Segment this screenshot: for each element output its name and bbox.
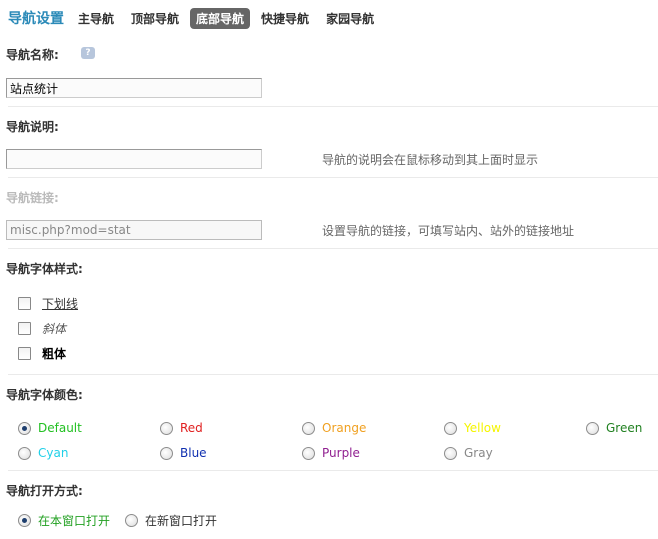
color-option-green[interactable]: Green: [586, 420, 642, 436]
color-option-gray[interactable]: Gray: [444, 445, 493, 461]
color-option-red[interactable]: Red: [160, 420, 203, 436]
italic-checkbox-row[interactable]: 斜体: [18, 320, 66, 336]
divider: [8, 177, 658, 178]
page-title: 导航设置: [8, 11, 64, 27]
color-option-cyan[interactable]: Cyan: [18, 445, 68, 461]
color-label-default[interactable]: Default: [38, 421, 82, 435]
color-option-yellow[interactable]: Yellow: [444, 420, 501, 436]
nav-description-label: 导航说明:: [6, 120, 59, 134]
color-option-purple[interactable]: Purple: [302, 445, 360, 461]
open-new-window-label[interactable]: 在新窗口打开: [145, 512, 217, 529]
tab-bottom-nav[interactable]: 底部导航: [190, 7, 251, 29]
tab-quick-nav[interactable]: 快捷导航: [255, 8, 315, 29]
color-label-red[interactable]: Red: [180, 421, 203, 435]
color-option-blue[interactable]: Blue: [160, 445, 207, 461]
divider: [8, 470, 658, 471]
color-radio-default[interactable]: [18, 421, 31, 435]
color-label-yellow[interactable]: Yellow: [464, 421, 501, 435]
color-label-blue[interactable]: Blue: [180, 446, 207, 460]
nav-description-hint: 导航的说明会在鼠标移动到其上面时显示: [322, 153, 539, 167]
font-color-label: 导航字体颜色:: [6, 388, 83, 402]
open-same-window-option[interactable]: 在本窗口打开: [18, 512, 110, 528]
open-new-window-radio[interactable]: [125, 513, 138, 527]
color-label-purple[interactable]: Purple: [322, 446, 360, 460]
tab-top-nav[interactable]: 顶部导航: [125, 8, 185, 29]
bold-checkbox[interactable]: [18, 346, 31, 360]
color-label-gray[interactable]: Gray: [464, 446, 493, 460]
italic-checkbox[interactable]: [18, 321, 31, 335]
underline-checkbox[interactable]: [18, 296, 31, 310]
tab-home-nav[interactable]: 家园导航: [320, 8, 380, 29]
nav-link-input: [6, 220, 262, 240]
nav-description-input[interactable]: [6, 149, 262, 169]
color-option-default[interactable]: Default: [18, 420, 82, 436]
color-radio-orange[interactable]: [302, 421, 315, 435]
color-radio-yellow[interactable]: [444, 421, 457, 435]
font-style-label: 导航字体样式:: [6, 262, 83, 276]
divider: [8, 248, 658, 249]
divider: [8, 106, 658, 107]
color-radio-cyan[interactable]: [18, 446, 31, 460]
bold-checkbox-row[interactable]: 粗体: [18, 345, 66, 361]
underline-label[interactable]: 下划线: [42, 295, 78, 312]
underline-checkbox-row[interactable]: 下划线: [18, 295, 78, 311]
color-radio-purple[interactable]: [302, 446, 315, 460]
color-label-cyan[interactable]: Cyan: [38, 446, 68, 460]
open-same-window-label[interactable]: 在本窗口打开: [38, 512, 110, 529]
color-label-green[interactable]: Green: [606, 421, 642, 435]
italic-label[interactable]: 斜体: [42, 320, 66, 337]
nav-link-hint: 设置导航的链接，可填写站内、站外的链接地址: [322, 224, 575, 238]
color-label-orange[interactable]: Orange: [322, 421, 366, 435]
nav-name-input[interactable]: [6, 78, 262, 98]
bold-label[interactable]: 粗体: [42, 345, 66, 362]
color-radio-blue[interactable]: [160, 446, 173, 460]
divider: [8, 374, 658, 375]
help-icon[interactable]: ?: [81, 47, 95, 59]
color-radio-red[interactable]: [160, 421, 173, 435]
color-option-orange[interactable]: Orange: [302, 420, 366, 436]
nav-name-label: 导航名称:: [6, 48, 59, 62]
nav-link-label: 导航链接:: [6, 191, 59, 205]
color-radio-gray[interactable]: [444, 446, 457, 460]
color-radio-green[interactable]: [586, 421, 599, 435]
top-nav: 导航设置 主导航 顶部导航 底部导航 快捷导航 家园导航: [8, 7, 385, 29]
open-mode-label: 导航打开方式:: [6, 484, 83, 498]
open-new-window-option[interactable]: 在新窗口打开: [125, 512, 217, 528]
open-same-window-radio[interactable]: [18, 513, 31, 527]
tab-main-nav[interactable]: 主导航: [72, 8, 120, 29]
